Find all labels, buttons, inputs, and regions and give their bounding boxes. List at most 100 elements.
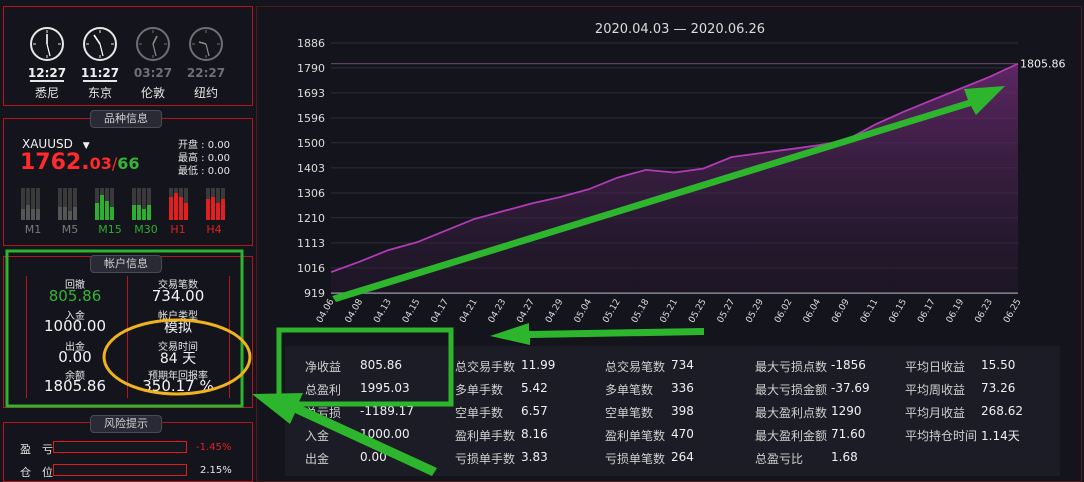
account-section-tab[interactable]: 帐户信息 [90,255,162,273]
stat-value: -37.69 [831,381,870,395]
account-divider-left [26,276,27,398]
x-tick-label: 05.25 [687,298,709,325]
strength-bars-h4 [206,188,225,220]
stat-value: 3.83 [521,450,548,464]
strength-bars-graphic [21,188,225,220]
stat-label: 最大盈利金额 [755,429,828,443]
stat-label: 平均月收益 [905,406,966,420]
x-tick-label: 06.04 [802,297,824,325]
x-tick-label: 04.15 [401,298,423,325]
stat-label: 多单手数 [455,383,504,397]
x-tick-label: 05.29 [744,297,766,325]
timeframe-label-m15[interactable]: M15 [95,223,125,236]
x-tick-label: 04.17 [430,298,452,325]
clock-city: 悉尼 [34,86,59,100]
instrument-section-tab[interactable]: 品种信息 [90,110,162,128]
x-tick-label: 04.06 [315,297,337,325]
x-tick-label: 06.09 [830,297,852,325]
account-value: 1805.86 [43,377,107,395]
stat-label: 总亏损 [305,406,342,420]
account-value: 805.86 [48,287,102,305]
x-tick-label: 06.23 [973,298,995,325]
stat-label: 出金 [305,452,330,466]
y-tick-label: 1886 [297,37,325,50]
account-value: 模拟 [164,320,192,336]
y-tick-label: 1500 [297,137,325,150]
price-alt: 66 [117,154,140,173]
clock-time: 12:27 [27,66,67,80]
stat-value: 1000.00 [360,427,410,441]
timeframe-label-m1[interactable]: M1 [18,223,48,236]
x-tick-label: 06.02 [773,298,795,325]
y-tick-label: 1403 [297,162,325,175]
x-tick-label: 05.12 [601,298,623,325]
y-tick-label: 919 [304,287,325,300]
timeframe-label-m5[interactable]: M5 [55,223,85,236]
stat-label: 平均周收益 [905,383,966,397]
stat-label: 空单手数 [455,406,504,420]
x-tick-label: 05.21 [659,298,681,325]
stat-label: 最大亏损金额 [755,383,828,397]
x-tick-label: 06.17 [916,298,938,325]
stat-label: 总交易笔数 [605,360,666,374]
stat-label: 盈利单笔数 [605,429,666,443]
stat-label: 平均日收益 [905,360,966,374]
x-tick-label: 06.19 [945,297,967,325]
clock-icon [136,27,170,61]
account-value: 350.17 % [142,377,214,395]
stat-label: 最大盈利点数 [755,406,828,420]
stat-value: 5.42 [521,381,548,395]
timeframe-label-h1[interactable]: H1 [163,223,193,236]
stat-value: 1.14天 [981,429,1020,443]
x-tick-label: 04.08 [344,297,366,325]
stat-value: 73.26 [981,381,1016,395]
strength-bars-m30 [132,188,151,220]
risk-bar [53,464,187,476]
stat-label: 亏损单笔数 [605,452,666,466]
account-value: 734.00 [151,287,205,305]
y-tick-label: 1693 [297,87,325,100]
account-value: 0.00 [58,348,92,366]
stat-value: 1290 [831,404,862,418]
strength-bars-m5 [58,188,77,220]
stat-value: 8.16 [521,427,548,441]
risk-bar [53,441,187,453]
stat-value: 6.57 [521,404,548,418]
clock-icon [30,27,64,61]
x-tick-label: 06.11 [859,298,881,325]
account-divider-mid [127,276,128,398]
price-display: 1762.03/66 [20,150,140,175]
stat-value: 1995.03 [360,381,410,395]
symbol-selector[interactable]: XAUUSD ▼ [22,137,90,151]
strength-bars-h1 [169,188,188,220]
x-tick-label: 04.23 [487,298,509,325]
stat-label: 空单笔数 [605,406,654,420]
stat-label: 最大亏损点数 [755,360,828,374]
x-tick-label: 04.21 [458,298,480,325]
clock-time: 22:27 [186,66,226,80]
x-tick-label: 04.29 [544,297,566,325]
stat-value: 268.62 [981,404,1023,418]
clock-underline [30,80,64,82]
strength-bars-m15 [95,188,114,220]
y-tick-label: 1210 [297,212,325,225]
timeframe-label-h4[interactable]: H4 [199,223,229,236]
risk-section-tab[interactable]: 风险提示 [90,415,162,433]
risk-label: 仓 位 [20,466,53,479]
risk-value: -1.45% [196,442,232,453]
timeframe-label-m30[interactable]: M30 [131,223,161,236]
x-tick-label: 04.27 [515,298,537,325]
stat-label: 多单笔数 [605,383,654,397]
equity-chart: 1886 1790 1693 1596 1500 1403 1306 1210 1113 1016… [297,37,1066,325]
stat-value: 15.50 [981,358,1016,372]
y-tick-label: 1016 [297,262,325,275]
stat-value: 805.86 [360,358,402,372]
x-tick-label: 06.25 [1002,298,1024,325]
stat-value: -1189.17 [360,404,414,418]
stat-value: -1856 [831,358,866,372]
x-tick-label: 04.13 [372,298,394,325]
strength-bars-m1 [21,188,40,220]
y-tick-label: 1596 [297,112,325,125]
ohlc-low: 最低 : 0.00 [178,166,230,177]
x-tick-label: 05.04 [573,297,595,325]
